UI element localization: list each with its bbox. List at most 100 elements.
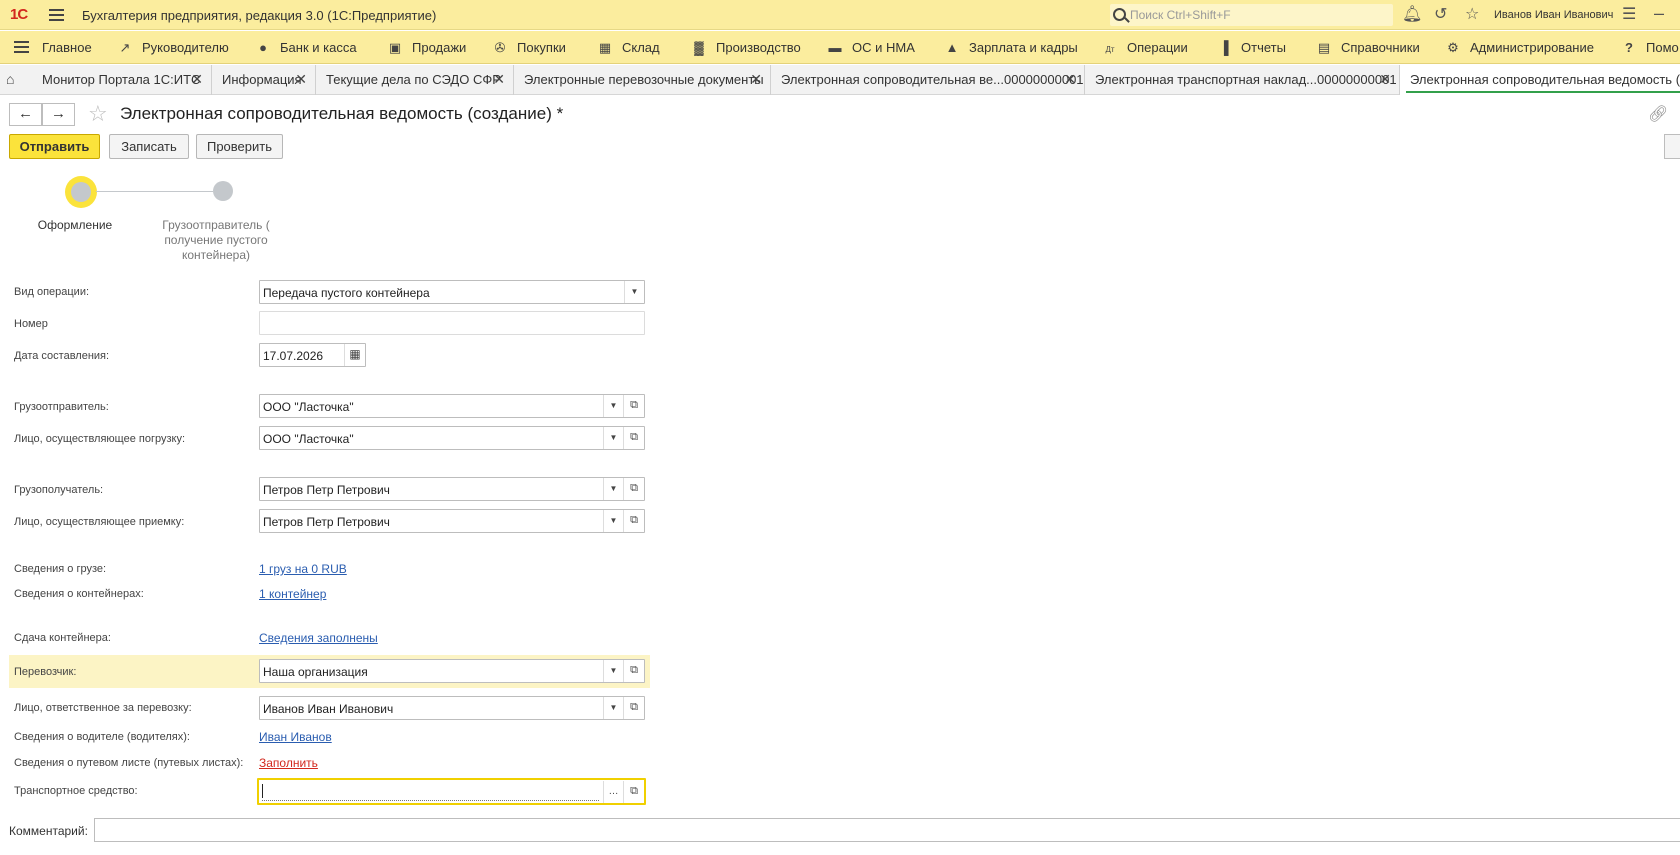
open-icon[interactable]: ⧉	[623, 427, 644, 449]
close-icon[interactable]: ✕	[1064, 71, 1076, 88]
close-icon[interactable]: ✕	[750, 71, 762, 88]
settings-menu-icon[interactable]: ☰	[1622, 6, 1636, 24]
chevron-down-icon[interactable]: ▼	[603, 660, 623, 682]
check-button[interactable]: Проверить	[196, 134, 283, 159]
section-operations[interactable]: Дт Операции	[1101, 40, 1187, 55]
responsible-field[interactable]: Иванов Иван Иванович ▼ ⧉	[259, 696, 645, 720]
chevron-down-icon[interactable]: ▼	[603, 478, 623, 500]
open-icon[interactable]: ⧉	[623, 697, 644, 719]
date-field[interactable]: 17.07.2026 ▦	[259, 343, 366, 367]
more-actions-button[interactable]	[1664, 134, 1680, 159]
search-placeholder: Поиск Ctrl+Shift+F	[1130, 8, 1231, 22]
section-warehouse[interactable]: ▦ Склад	[596, 40, 660, 56]
section-help[interactable]: ? Помо	[1620, 40, 1679, 55]
number-field[interactable]	[259, 311, 645, 335]
section-administration[interactable]: ⚙ Администрирование	[1444, 40, 1594, 56]
close-icon[interactable]: ✕	[295, 71, 307, 88]
step-label-shipper: Грузоотправитель ( получение пустого кон…	[162, 218, 270, 262]
open-icon[interactable]: ⧉	[623, 781, 644, 803]
carrier-field[interactable]: Наша организация ▼ ⧉	[259, 659, 645, 683]
chevron-down-icon[interactable]: ▼	[603, 427, 623, 449]
save-button[interactable]: Записать	[109, 134, 189, 159]
open-icon[interactable]: ⧉	[623, 395, 644, 417]
waybills-fill-link[interactable]: Заполнить	[259, 756, 318, 770]
main-menu-icon[interactable]	[49, 9, 64, 21]
responsible-label: Лицо, ответственное за перевозку:	[14, 702, 192, 714]
cargo-info-link[interactable]: 1 груз на 0 RUB	[259, 562, 347, 576]
cart-icon: ✇	[494, 40, 506, 55]
consignee-field[interactable]: Петров Петр Петрович ▼ ⧉	[259, 477, 645, 501]
container-handover-link[interactable]: Сведения заполнены	[259, 631, 378, 645]
open-windows-tabs: ⌂ Монитор Портала 1С:ИТС ✕ Информация ✕ Те…	[0, 65, 1680, 95]
tab-accompanying-statement-1[interactable]: Электронная сопроводительная ве...000000…	[771, 65, 1085, 95]
section-manager[interactable]: ↗ Руководителю	[116, 40, 229, 56]
link-icon[interactable]: 🔗︎	[1648, 104, 1668, 124]
close-icon[interactable]: ✕	[191, 71, 203, 88]
close-icon[interactable]: ✕	[1379, 71, 1391, 88]
text-caret	[262, 784, 263, 798]
section-sales[interactable]: ▣ Продажи	[386, 40, 466, 56]
chevron-down-icon[interactable]: ▼	[624, 281, 644, 303]
number-label: Номер	[14, 318, 48, 330]
truck-icon: ▬	[828, 40, 842, 55]
app-logo[interactable]: 1С	[10, 6, 28, 23]
step-indicator-inactive[interactable]	[213, 181, 233, 201]
section-reports[interactable]: ▐ Отчеты	[1215, 40, 1286, 55]
app-title: Бухгалтерия предприятия, редакция 3.0 (1…	[82, 8, 437, 23]
close-icon[interactable]: ✕	[493, 71, 505, 88]
forward-button[interactable]: →	[42, 103, 75, 126]
section-fixed-assets[interactable]: ▬ ОС и НМА	[826, 40, 915, 55]
loader-field[interactable]: ООО "Ласточка" ▼ ⧉	[259, 426, 645, 450]
minimize-icon[interactable]: –	[1654, 4, 1664, 22]
section-catalogs[interactable]: ▤ Справочники	[1315, 40, 1420, 56]
receiver-field[interactable]: Петров Петр Петрович ▼ ⧉	[259, 509, 645, 533]
bell-icon[interactable]: 🔔︎	[1402, 6, 1422, 24]
drivers-label: Сведения о водителе (водителях):	[14, 731, 190, 743]
chevron-down-icon[interactable]: ▼	[603, 510, 623, 532]
tab-information[interactable]: Информация ✕	[212, 65, 316, 95]
step-indicator-active[interactable]	[65, 176, 97, 208]
open-icon[interactable]: ⧉	[623, 660, 644, 682]
section-bank[interactable]: ● Банк и касса	[254, 40, 356, 55]
consignee-label: Грузополучатель:	[14, 484, 104, 496]
comment-field[interactable]	[94, 818, 1680, 842]
section-production[interactable]: ▓ Производство	[690, 40, 801, 55]
open-icon[interactable]: ⧉	[623, 510, 644, 532]
back-button[interactable]: ←	[9, 103, 42, 126]
chevron-down-icon[interactable]: ▼	[603, 395, 623, 417]
drivers-link[interactable]: Иван Иванов	[259, 730, 332, 744]
section-main[interactable]: Главное	[42, 40, 92, 55]
section-salary[interactable]: ▲ Зарплата и кадры	[943, 40, 1078, 55]
tab-its-monitor[interactable]: Монитор Портала 1С:ИТС ✕	[32, 65, 212, 95]
section-purchases[interactable]: ✇ Покупки	[491, 40, 566, 56]
calendar-icon[interactable]: ▦	[344, 344, 365, 366]
send-button[interactable]: Отправить	[9, 134, 100, 159]
shipper-field[interactable]: ООО "Ласточка" ▼ ⧉	[259, 394, 645, 418]
containers-info-link[interactable]: 1 контейнер	[259, 587, 326, 601]
tab-sedo-tasks[interactable]: Текущие дела по СЭДО СФР ✕	[316, 65, 514, 95]
open-icon[interactable]: ⧉	[623, 478, 644, 500]
user-name[interactable]: Иванов Иван Иванович	[1494, 9, 1613, 21]
history-icon[interactable]: ↺	[1434, 6, 1447, 24]
tab-transport-waybill[interactable]: Электронная транспортная наклад...000000…	[1085, 65, 1400, 95]
home-icon[interactable]: ⌂	[6, 71, 22, 87]
carrier-label: Перевозчик:	[14, 666, 77, 678]
factory-icon: ▓	[694, 40, 704, 55]
tab-accompanying-statement-active[interactable]: Электронная сопроводительная ведомость (…	[1400, 65, 1680, 95]
tab-transport-documents[interactable]: Электронные перевозочные документы ✕	[514, 65, 771, 95]
vehicle-field[interactable]: … ⧉	[257, 778, 646, 805]
menu-icon[interactable]	[14, 41, 29, 56]
bag-icon: ▣	[388, 40, 402, 55]
search-icon	[1113, 8, 1126, 21]
waybills-label: Сведения о путевом листе (путевых листах…	[14, 757, 244, 769]
grid-icon: ▦	[598, 40, 612, 55]
select-dots-icon[interactable]: …	[603, 781, 623, 803]
form-title: Электронная сопроводительная ведомость (…	[120, 104, 564, 123]
operation-type-select[interactable]: Передача пустого контейнера ▼	[259, 280, 645, 304]
favorites-star-icon[interactable]: ☆	[1465, 6, 1479, 24]
step-connector	[96, 191, 213, 192]
step-label-formalization: Оформление	[37, 218, 113, 232]
chevron-down-icon[interactable]: ▼	[603, 697, 623, 719]
favorite-star-icon[interactable]: ☆	[88, 101, 108, 127]
search-input[interactable]: Поиск Ctrl+Shift+F	[1110, 4, 1393, 26]
